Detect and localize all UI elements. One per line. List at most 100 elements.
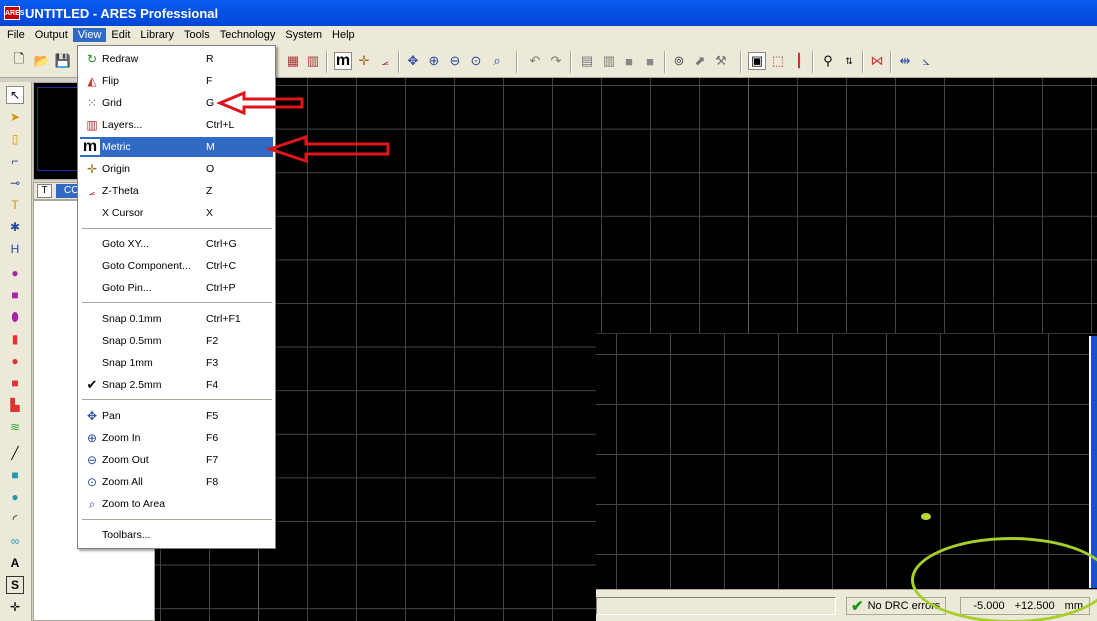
annotation-arrow-grid — [216, 90, 304, 116]
line-graphics-icon[interactable]: ╱ — [6, 444, 24, 462]
menu-separator — [82, 228, 272, 229]
zoom-in-icon: ⊕ — [86, 431, 98, 445]
design-rule-icon[interactable]: ⇹ — [896, 52, 914, 70]
make-package-icon[interactable]: ⬈ — [691, 52, 709, 70]
zoom-out-icon: ⊖ — [86, 453, 98, 467]
box-graphics-icon[interactable]: ■ — [6, 466, 24, 484]
metric-toggle-icon[interactable]: m — [334, 52, 352, 70]
search-icon[interactable]: ⚲ — [819, 52, 837, 70]
view-menu-item-layers[interactable]: ▥ Layers... Ctrl+L — [80, 115, 273, 135]
zoom-out-toolbar-icon[interactable]: ⊖ — [446, 52, 464, 70]
ratsnest-mode-icon[interactable]: ✱ — [6, 218, 24, 236]
selection-mode-icon[interactable]: ↖ — [6, 86, 24, 104]
layers-toolbar-icon[interactable]: ▥ — [304, 52, 322, 70]
view-menu-item-redraw[interactable]: ↻ Redraw R — [80, 49, 273, 69]
annotation-ellipse — [911, 537, 1097, 621]
menu-view[interactable]: View — [72, 28, 107, 42]
arc-graphics-icon[interactable]: ◜ — [6, 510, 24, 528]
redraw-icon: ↻ — [86, 52, 98, 66]
pick-part-icon[interactable]: ⊚ — [670, 52, 688, 70]
property-assign-icon[interactable]: ⇅ — [840, 52, 858, 70]
view-menu-item-goto-xy[interactable]: Goto XY... Ctrl+G — [80, 234, 273, 254]
view-menu-item-goto-component[interactable]: Goto Component... Ctrl+C — [80, 256, 273, 276]
annotation-arrow-metric — [265, 134, 390, 164]
view-menu-item-zoom-out[interactable]: ⊖ Zoom Out F7 — [80, 450, 273, 470]
menu-output[interactable]: Output — [30, 28, 73, 42]
autorouter-icon[interactable]: ▣ — [748, 52, 766, 70]
z-theta-toolbar-icon[interactable]: ⦟ — [376, 52, 394, 70]
zone-mode-icon[interactable]: T — [6, 196, 24, 214]
tidy-icon[interactable]: ┃ — [790, 52, 808, 70]
view-menu-item-zoom-in[interactable]: ⊕ Zoom In F6 — [80, 428, 273, 448]
padstack-icon[interactable]: ≋ — [6, 418, 24, 436]
menu-technology[interactable]: Technology — [215, 28, 281, 42]
connectivity-mode-icon[interactable]: H — [6, 240, 24, 258]
undo-icon[interactable]: ↶ — [526, 52, 544, 70]
open-folder-icon[interactable]: 📂 — [33, 52, 51, 70]
grid-toggle-icon[interactable]: ▦ — [284, 52, 302, 70]
view-menu-item-z-theta[interactable]: ⦟ Z-Theta Z — [80, 181, 273, 201]
view-menu-item-origin[interactable]: ✛ Origin O — [80, 159, 273, 179]
view-menu-item-zoom-area[interactable]: ⌕ Zoom to Area — [80, 494, 273, 514]
symbol-graphics-icon[interactable]: S — [6, 576, 24, 594]
block-move-icon[interactable]: ▥ — [600, 52, 618, 70]
rect-smt-pad-icon[interactable]: ■ — [6, 374, 24, 392]
grid-icon: ⁙ — [86, 96, 98, 110]
track-mode-icon[interactable]: ⌐ — [6, 152, 24, 170]
view-menu-item-metric[interactable]: m Metric M — [80, 137, 273, 157]
package-mode-icon[interactable]: ▯ — [6, 130, 24, 148]
menu-help[interactable]: Help — [327, 28, 360, 42]
marker-graphics-icon[interactable]: ✛ — [6, 598, 24, 616]
view-menu-item-snap-01[interactable]: Snap 0.1mm Ctrl+F1 — [80, 309, 273, 329]
new-file-icon[interactable]: 🗋 — [10, 51, 28, 70]
text-graphics-icon[interactable]: A — [6, 554, 24, 572]
measure-icon[interactable]: ⦣ — [917, 52, 935, 70]
zoom-area-icon: ⌕ — [88, 496, 96, 511]
view-menu-item-toolbars[interactable]: Toolbars... — [80, 525, 273, 545]
netlist-icon[interactable]: ⋈ — [868, 52, 886, 70]
polygon-pad-icon[interactable]: ▙ — [6, 396, 24, 414]
pan-toolbar-icon[interactable]: ✥ — [404, 52, 422, 70]
origin-toolbar-icon[interactable]: ✛ — [355, 52, 373, 70]
origin-icon: ✛ — [86, 162, 98, 176]
circular-smt-pad-icon[interactable]: ● — [6, 352, 24, 370]
view-menu-item-snap-1[interactable]: Snap 1mm F3 — [80, 353, 273, 373]
cursor-origin-dot — [921, 513, 931, 520]
view-menu-item-snap-25[interactable]: ✔ Snap 2.5mm F4 — [80, 375, 273, 395]
menu-edit[interactable]: Edit — [106, 28, 135, 42]
block-copy-icon[interactable]: ▤ — [578, 52, 596, 70]
toolbar-separator — [890, 51, 892, 73]
round-pad-icon[interactable]: ● — [6, 264, 24, 282]
menu-file[interactable]: File — [2, 28, 30, 42]
save-icon[interactable]: 💾 — [54, 52, 72, 70]
view-menu-dropdown: ↻ Redraw R ◭ Flip F ⁙ Grid G ▥ Layers...… — [77, 45, 276, 549]
block-delete-icon[interactable]: ■ — [641, 52, 659, 70]
flip-icon: ◭ — [87, 74, 97, 88]
zoom-area-toolbar-icon[interactable]: ⌕ — [488, 52, 506, 70]
circle-graphics-icon[interactable]: ● — [6, 488, 24, 506]
redo-icon[interactable]: ↷ — [547, 52, 565, 70]
zoom-in-toolbar-icon[interactable]: ⊕ — [425, 52, 443, 70]
path-graphics-icon[interactable]: ∞ — [6, 532, 24, 550]
edge-pad-icon[interactable]: ▮ — [6, 330, 24, 348]
view-menu-item-snap-05[interactable]: Snap 0.5mm F2 — [80, 331, 273, 351]
place-icon[interactable]: ⬚ — [769, 52, 787, 70]
dil-pad-icon[interactable]: ⬮ — [6, 308, 24, 326]
view-menu-item-pan[interactable]: ✥ Pan F5 — [80, 406, 273, 426]
view-menu-item-flip[interactable]: ◭ Flip F — [80, 71, 273, 91]
selector-t-button[interactable]: T — [37, 184, 52, 198]
decompose-icon[interactable]: ⚒ — [712, 52, 730, 70]
mode-toolbar: ↖ ➤ ▯ ⌐ ⊸ T ✱ H ● ■ ⬮ ▮ ● ■ ▙ ≋ ╱ ■ ● ◜ … — [0, 82, 32, 621]
view-menu-item-x-cursor[interactable]: X Cursor X — [80, 203, 273, 223]
component-mode-icon[interactable]: ➤ — [6, 108, 24, 126]
menu-tools[interactable]: Tools — [179, 28, 215, 42]
via-mode-icon[interactable]: ⊸ — [6, 174, 24, 192]
view-menu-item-zoom-all[interactable]: ⊙ Zoom All F8 — [80, 472, 273, 492]
view-menu-item-goto-pin[interactable]: Goto Pin... Ctrl+P — [80, 278, 273, 298]
zoom-all-toolbar-icon[interactable]: ⊙ — [467, 52, 485, 70]
square-pad-icon[interactable]: ■ — [6, 286, 24, 304]
toolbar-separator — [664, 51, 666, 73]
menu-system[interactable]: System — [280, 28, 327, 42]
block-rotate-icon[interactable]: ■ — [620, 52, 638, 70]
menu-library[interactable]: Library — [135, 28, 179, 42]
